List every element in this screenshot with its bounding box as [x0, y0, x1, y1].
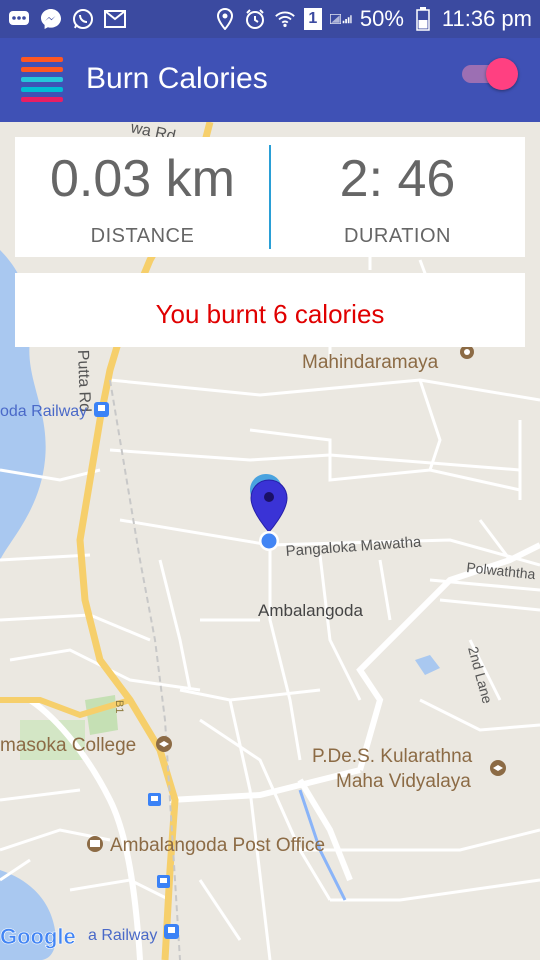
temple-poi-icon[interactable]	[460, 345, 474, 359]
distance-value: 0.03 km	[50, 150, 235, 208]
location-icon	[214, 8, 236, 30]
gmail-icon	[104, 8, 126, 30]
calories-text: You burnt 6 calories	[155, 299, 385, 329]
toggle-thumb	[486, 58, 518, 90]
duration-label: DURATION	[344, 225, 451, 247]
school-poi-icon[interactable]	[490, 760, 506, 776]
distance-label: DISTANCE	[90, 225, 195, 247]
duration-value: 2: 46	[339, 150, 456, 208]
college-poi-icon[interactable]	[156, 736, 172, 752]
whatsapp-icon	[72, 8, 94, 30]
messenger-icon	[40, 8, 62, 30]
tracking-toggle[interactable]	[462, 58, 518, 90]
alarm-icon	[244, 8, 266, 30]
map-label-post-office: Ambalangoda Post Office	[110, 835, 325, 856]
chat-icon	[8, 8, 30, 30]
post-office-poi-icon[interactable]	[87, 836, 103, 852]
map-label-railway-bottom: a Railway	[88, 927, 157, 944]
wifi-icon	[274, 8, 296, 30]
stats-card: 0.03 km DISTANCE 2: 46 DURATION	[15, 137, 525, 257]
distance-stat: 0.03 km DISTANCE	[15, 137, 270, 257]
map-label-temple: Mahindaramaya	[302, 352, 439, 373]
current-location-dot	[259, 531, 279, 551]
google-logo: Google	[0, 924, 76, 949]
map-label-college: masoka College	[0, 735, 136, 756]
map-label-school-2: Maha Vidyalaya	[336, 771, 471, 792]
status-bar: 1 50% 11:36 pm	[0, 0, 540, 38]
calories-card: You burnt 6 calories	[15, 273, 525, 347]
app-title: Burn Calories	[86, 62, 268, 95]
clock: 11:36 pm	[441, 6, 532, 31]
map-label-school-1: P.De.S. Kularathna	[312, 746, 473, 767]
bus-stop-icon-2[interactable]	[157, 875, 170, 888]
app-bar: Burn Calories	[0, 38, 540, 122]
bus-stop-icon[interactable]	[148, 793, 161, 806]
battery-percentage: 50%	[359, 6, 404, 31]
menu-icon[interactable]	[21, 57, 63, 103]
train-station-icon-2[interactable]	[164, 924, 179, 939]
sim-indicator: 1	[303, 8, 322, 30]
signal-icon	[329, 8, 352, 30]
map-label-town: Ambalangoda	[258, 601, 363, 620]
duration-stat: 2: 46 DURATION	[270, 137, 525, 257]
train-station-icon[interactable]	[94, 402, 109, 417]
battery-icon	[412, 7, 434, 31]
map-label-railway-top: oda Railway	[0, 403, 87, 420]
map-label-route: B1	[113, 700, 125, 713]
